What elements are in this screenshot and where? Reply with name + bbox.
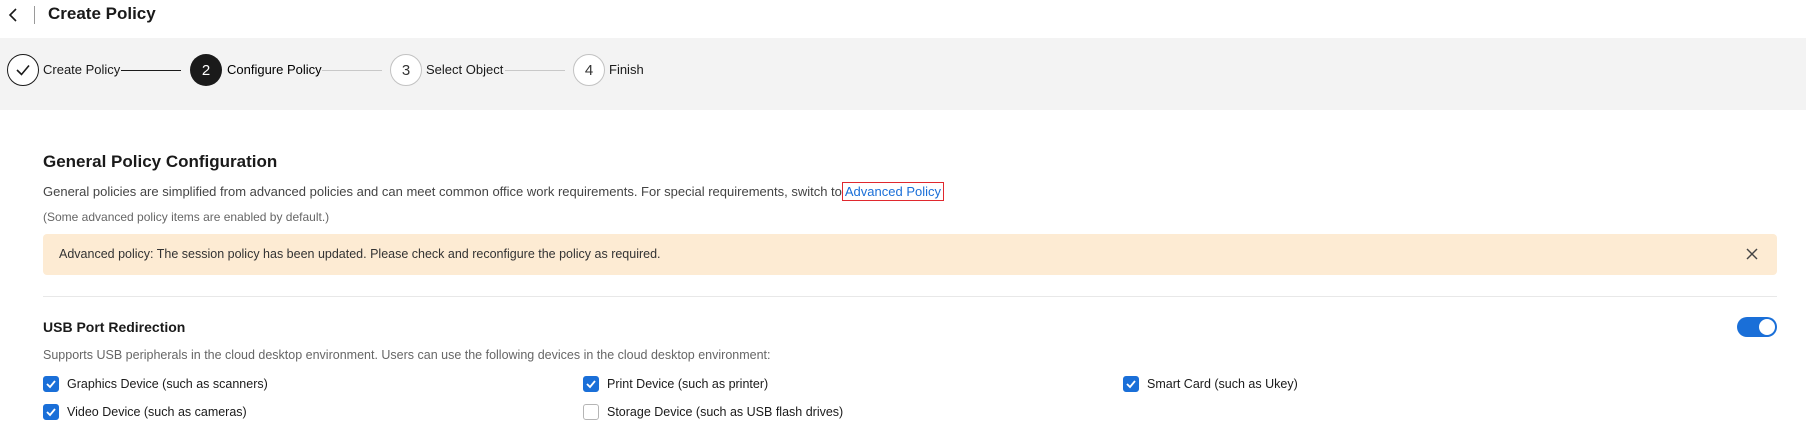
policy-config-card: General Policy Configuration General pol…	[0, 110, 1806, 446]
close-icon	[1746, 248, 1758, 260]
step-connector	[505, 70, 565, 71]
checkbox-box[interactable]	[1123, 376, 1139, 392]
description-text: General policies are simplified from adv…	[43, 184, 842, 199]
print-device-checkbox[interactable]: Print Device (such as printer)	[583, 376, 768, 392]
checkbox-box[interactable]	[583, 404, 599, 420]
step-1-indicator	[7, 54, 39, 86]
step-3-label: Select Object	[426, 62, 504, 77]
stepper: Create Policy 2 Configure Policy 3 Selec…	[0, 38, 1806, 110]
usb-redirection-toggle[interactable]	[1737, 317, 1777, 337]
checkbox-label: Smart Card (such as Ukey)	[1147, 377, 1298, 391]
usb-description: Supports USB peripherals in the cloud de…	[43, 348, 771, 362]
checkbox-box[interactable]	[43, 404, 59, 420]
step-3-indicator: 3	[390, 54, 422, 86]
smart-card-checkbox[interactable]: Smart Card (such as Ukey)	[1123, 376, 1298, 392]
checkbox-label: Storage Device (such as USB flash drives…	[607, 405, 844, 419]
video-device-checkbox[interactable]: Video Device (such as cameras)	[43, 404, 247, 420]
graphics-device-checkbox[interactable]: Graphics Device (such as scanners)	[43, 376, 268, 392]
checkbox-label: Video Device (such as cameras)	[67, 405, 247, 419]
back-button[interactable]	[5, 5, 21, 25]
general-description: General policies are simplified from adv…	[43, 182, 945, 201]
checkbox-box[interactable]	[583, 376, 599, 392]
step-2-label: Configure Policy	[227, 62, 322, 77]
advanced-policy-link[interactable]: Advanced Policy	[841, 182, 945, 201]
toggle-knob	[1759, 319, 1775, 335]
page-header: Create Policy	[0, 0, 1806, 38]
check-icon	[46, 408, 56, 417]
checkbox-label: Print Device (such as printer)	[607, 377, 769, 391]
alert-close-button[interactable]	[1743, 245, 1761, 263]
section-title: General Policy Configuration	[43, 152, 278, 171]
section-divider	[43, 296, 1777, 297]
usb-section-title: USB Port Redirection	[43, 319, 186, 335]
step-2-indicator: 2	[190, 54, 222, 86]
default-items-note: (Some advanced policy items are enabled …	[43, 210, 330, 224]
storage-device-checkbox[interactable]: Storage Device (such as USB flash drives…	[583, 404, 843, 420]
check-icon	[586, 380, 596, 389]
step-4-indicator: 4	[573, 54, 605, 86]
alert-text: Advanced policy: The session policy has …	[59, 247, 661, 261]
step-1-label: Create Policy	[43, 62, 121, 77]
check-icon	[16, 64, 30, 76]
step-connector	[121, 70, 181, 71]
alert-banner: Advanced policy: The session policy has …	[43, 234, 1777, 275]
step-connector	[322, 70, 382, 71]
check-icon	[1126, 380, 1136, 389]
step-4-label: Finish	[609, 62, 644, 77]
checkbox-label: Graphics Device (such as scanners)	[67, 377, 268, 391]
header-divider	[34, 6, 35, 24]
checkbox-box[interactable]	[43, 376, 59, 392]
check-icon	[46, 380, 56, 389]
chevron-left-icon	[8, 8, 17, 22]
page-title: Create Policy	[48, 4, 156, 23]
